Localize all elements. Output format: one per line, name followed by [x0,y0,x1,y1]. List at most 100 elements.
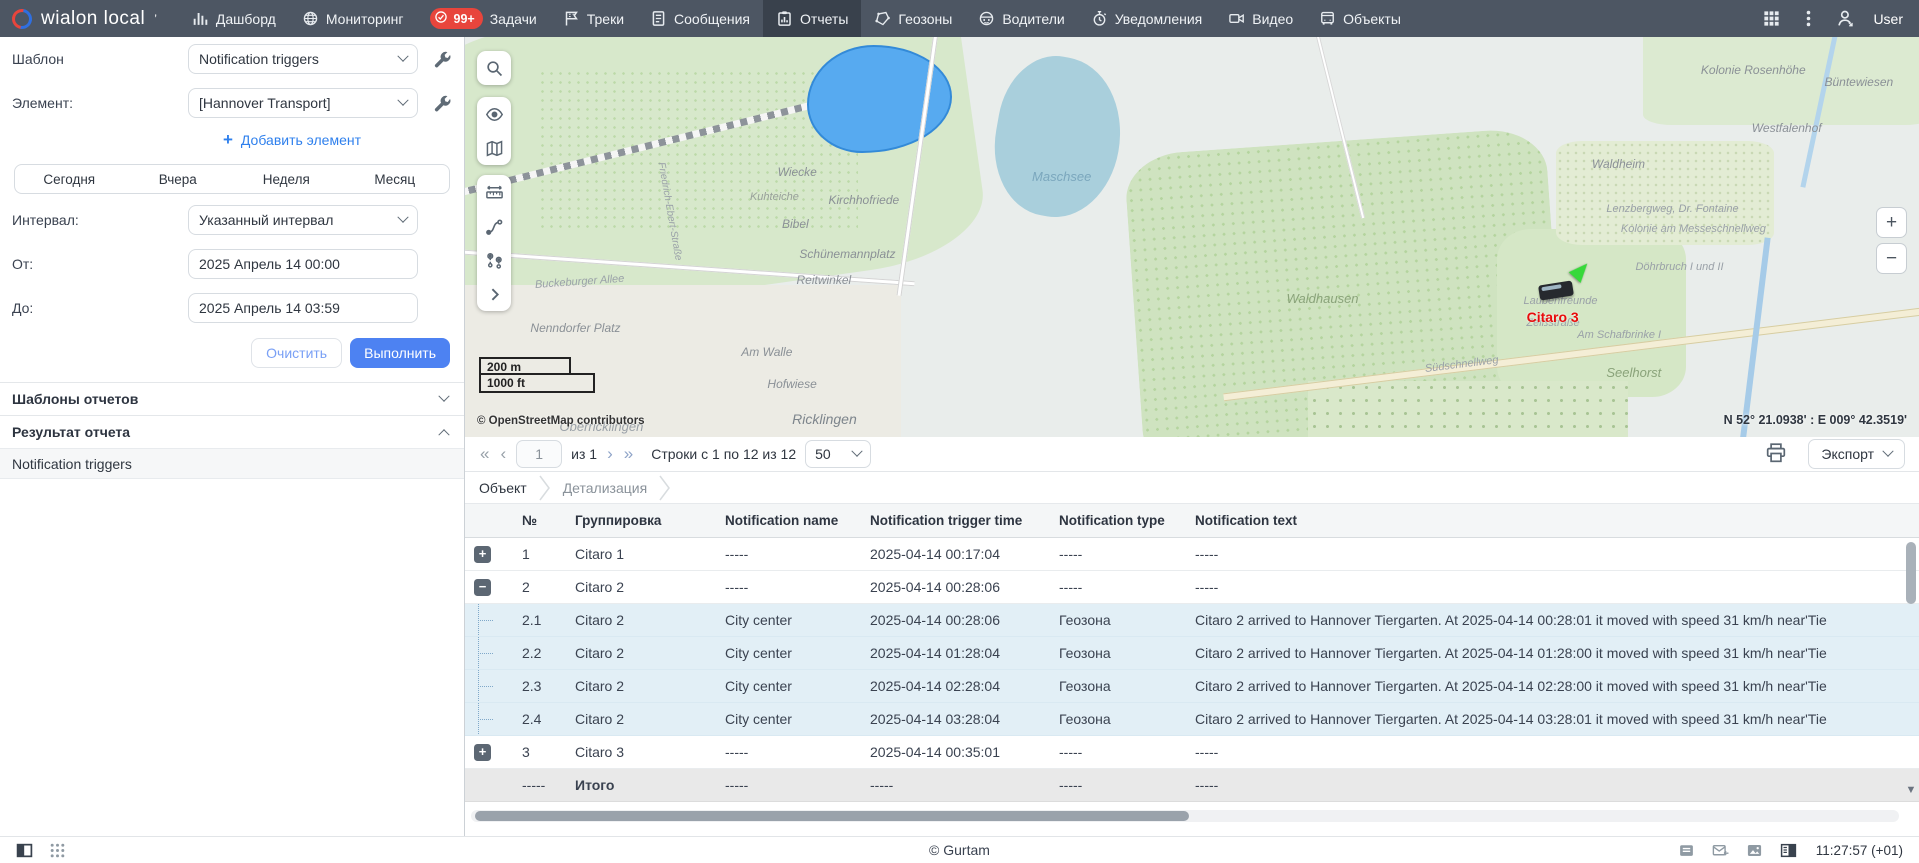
map-view-controls [477,97,511,165]
nav-item-units[interactable]: Объекты [1306,0,1414,37]
element-select[interactable]: [Hannover Transport] [188,88,418,118]
table-row[interactable]: −2Citaro 2-----2025-04-14 00:28:06------… [465,571,1919,604]
clear-button[interactable]: Очистить [251,338,342,368]
mail-import-icon[interactable] [1712,842,1729,859]
cell-num: 1 [512,538,565,570]
tab-объект[interactable]: Объект [479,480,535,496]
scrollbar-thumb[interactable] [1906,542,1916,604]
split-view-icon[interactable] [1780,842,1797,859]
nav-items: Дашборд Мониторинг 99+ЗадачиТрекиСообщения… [179,0,1414,37]
scrollbar-thumb[interactable] [475,811,1189,821]
add-element-button[interactable]: + Добавить элемент [0,125,464,156]
waypoints-icon[interactable] [477,243,511,277]
interval-select[interactable]: Указанный интервал [188,205,418,235]
quick-range-0[interactable]: Сегодня [15,172,124,187]
column-header-1: № [512,504,565,537]
chevron-right-icon[interactable] [477,277,511,311]
cell-group: Citaro 2 [565,670,715,702]
image-icon[interactable] [1746,842,1763,859]
nav-item-label: Мониторинг [326,11,404,27]
last-page-button[interactable]: » [623,444,634,464]
tab-детализация[interactable]: Детализация [555,480,655,496]
nav-item-monitoring[interactable]: Мониторинг [289,0,417,37]
row-expand-toggle[interactable]: − [474,579,491,596]
element-label: Элемент: [12,95,188,111]
scroll-down-arrow[interactable]: ▼ [1905,784,1917,796]
messages-icon [650,10,667,27]
table-row[interactable]: 2.1Citaro 2City center2025-04-14 00:28:0… [465,604,1919,637]
map-canvas[interactable]: MaschseeWieckeKuhteicheKirchhofriedeBibe… [465,37,1919,437]
nav-item-dashboard[interactable]: Дашборд [179,0,289,37]
quick-range-1[interactable]: Вчера [124,172,233,187]
export-button[interactable]: Экспорт [1808,439,1905,469]
tasks-count-badge: 99+ [430,8,483,29]
from-datetime-input[interactable]: 2025 Апрель 14 00:00 [188,249,418,279]
page-number-input[interactable]: 1 [516,440,562,468]
map-layers-icon[interactable] [477,131,511,165]
map-label: Kirchhofriede [829,193,900,207]
wialon-logo[interactable]: wialon local ’ [12,8,157,30]
zoom-out-button[interactable]: − [1876,243,1907,274]
row-expand-toggle[interactable]: + [474,744,491,761]
nav-item-messages[interactable]: Сообщения [637,0,763,37]
table-row[interactable]: -----Итого-------------------- [465,769,1919,802]
visibility-eye-icon[interactable] [477,97,511,131]
element-settings-wrench-icon[interactable] [432,93,452,113]
to-datetime-input[interactable]: 2025 Апрель 14 03:59 [188,293,418,323]
chevron-down-icon [397,95,408,106]
map-label: Reitwinkel [797,273,852,287]
template-select[interactable]: Notification triggers [188,44,418,74]
nav-item-video[interactable]: Видео [1215,0,1306,37]
vertical-scrollbar[interactable]: ▼ [1905,540,1917,796]
apps-grid-icon[interactable] [1762,9,1781,28]
map-search-control [477,51,511,85]
cell-group: Citaro 3 [565,736,715,768]
user-icon[interactable] [1836,9,1855,28]
cell-num: 2.3 [512,670,565,702]
ruler-icon[interactable] [477,175,511,209]
unit-marker-citaro-3[interactable]: Citaro 3 [1521,269,1641,339]
report-sidebar: Шаблон Notification triggers Элемент: [H… [0,37,465,836]
table-row[interactable]: 2.4Citaro 2City center2025-04-14 03:28:0… [465,703,1919,736]
search-icon[interactable] [477,51,511,85]
tree-branch-icon [473,670,499,702]
print-icon[interactable] [1765,442,1789,466]
zoom-in-button[interactable]: + [1876,207,1907,238]
table-row[interactable]: 2.2Citaro 2City center2025-04-14 01:28:0… [465,637,1919,670]
kebab-menu-icon[interactable] [1799,9,1818,28]
page-total-label: из 1 [571,446,597,462]
nav-item-geofences[interactable]: Геозоны [861,0,965,37]
next-page-button[interactable]: › [606,444,614,464]
table-row[interactable]: 2.3Citaro 2City center2025-04-14 02:28:0… [465,670,1919,703]
map-label: Lenzbergweg, Dr. Fontaine [1606,203,1738,215]
first-page-button[interactable]: « [479,444,490,464]
nav-item-notifications[interactable]: Уведомления [1078,0,1216,37]
quick-range-3[interactable]: Месяц [341,172,450,187]
nav-item-drivers[interactable]: Водители [965,0,1077,37]
nav-item-tracks[interactable]: Треки [550,0,637,37]
nav-item-reports[interactable]: Отчеты [763,0,861,37]
nav-item-tasks[interactable]: 99+Задачи [417,0,550,37]
prev-page-button[interactable]: ‹ [499,444,507,464]
execute-button[interactable]: Выполнить [350,338,450,368]
bus-marker-icon [1538,280,1574,300]
report-templates-section[interactable]: Шаблоны отчетов [0,382,464,415]
map-label: Döhrbruch I und II [1635,261,1723,273]
template-settings-wrench-icon[interactable] [432,49,452,69]
chevron-down-icon [438,391,449,402]
row-expand-toggle[interactable]: + [474,546,491,563]
result-item-notification-triggers[interactable]: Notification triggers [0,448,464,479]
quick-range-2[interactable]: Неделя [232,172,341,187]
route-icon[interactable] [477,209,511,243]
report-result-section[interactable]: Результат отчета [0,415,464,448]
table-row[interactable]: +1Citaro 1-----2025-04-14 00:17:04------… [465,538,1919,571]
user-name[interactable]: User [1873,11,1903,27]
nav-item-label: Водители [1002,11,1064,27]
map-label: Kuhteiche [750,191,799,203]
table-row[interactable]: +3Citaro 3-----2025-04-14 00:35:01------… [465,736,1919,769]
notes-icon[interactable] [1678,842,1695,859]
horizontal-scrollbar[interactable] [471,810,1899,822]
cell-type: ----- [1049,571,1185,603]
chevron-up-icon [438,429,449,440]
page-size-select[interactable]: 50 [805,440,871,468]
